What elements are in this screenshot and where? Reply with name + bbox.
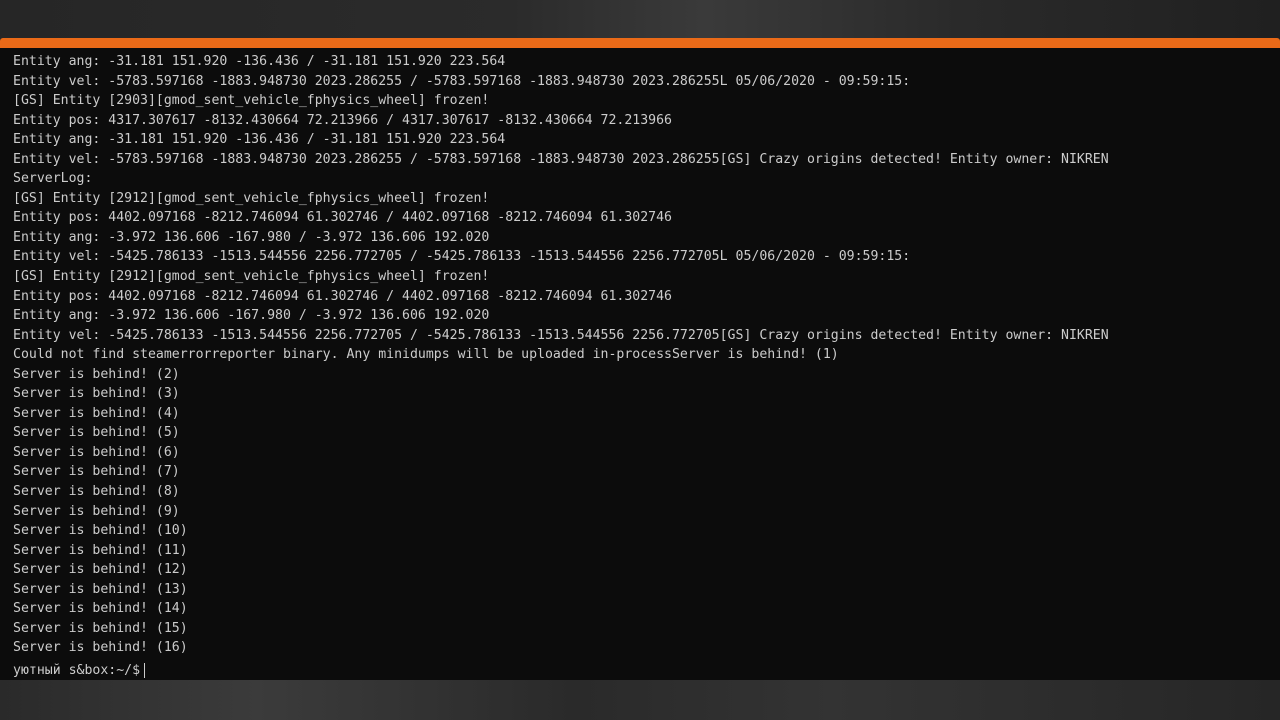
terminal-line: Entity ang: -31.181 151.920 -136.436 / -… — [13, 54, 506, 69]
terminal-line: Entity ang: -31.181 151.920 -136.436 / -… — [13, 132, 506, 148]
terminal-line: Entity pos: 4317.307617 -8132.430664 72.… — [13, 112, 672, 128]
terminal-line: Server is behind! (5) — [13, 425, 180, 441]
terminal-line: Server is behind! (13) — [13, 581, 188, 597]
terminal-line: Server is behind! (15) — [13, 620, 188, 636]
terminal-line: [GS] Entity [2912][gmod_sent_vehicle_fph… — [13, 190, 490, 206]
terminal-line: Entity pos: 4402.097168 -8212.746094 61.… — [13, 210, 672, 226]
terminal-window[interactable]: Entity ang: -31.181 151.920 -136.436 / -… — [0, 48, 1280, 680]
terminal-line: Server is behind! (14) — [13, 601, 188, 617]
terminal-line: Server is behind! (3) — [13, 386, 180, 402]
terminal-line: Entity vel: -5783.597168 -1883.948730 20… — [13, 73, 911, 89]
terminal-line: Entity ang: -3.972 136.606 -167.980 / -3… — [13, 229, 490, 245]
text-cursor — [144, 663, 146, 678]
terminal-line: Entity pos: 4402.097168 -8212.746094 61.… — [13, 288, 672, 304]
terminal-line: Entity vel: -5425.786133 -1513.544556 22… — [13, 327, 1109, 343]
video-backdrop-bottom — [0, 680, 1280, 720]
terminal-line: Entity vel: -5783.597168 -1883.948730 20… — [13, 151, 1109, 167]
terminal-line: Server is behind! (2) — [13, 366, 180, 382]
terminal-line: Entity vel: -5425.786133 -1513.544556 22… — [13, 249, 911, 265]
terminal-line: Server is behind! (10) — [13, 523, 188, 539]
prompt-text: уютный s&box:~/$ — [13, 663, 141, 678]
terminal-line: Server is behind! (6) — [13, 444, 180, 460]
terminal-line: ServerLog: — [13, 171, 93, 187]
terminal-line: Server is behind! (16) — [13, 640, 188, 656]
terminal-line: Server is behind! (7) — [13, 464, 180, 480]
terminal-line: Server is behind! (8) — [13, 484, 180, 500]
video-backdrop-top — [0, 0, 1280, 40]
terminal-line: Server is behind! (12) — [13, 562, 188, 578]
terminal-title-bar — [0, 38, 1280, 48]
shell-prompt[interactable]: уютный s&box:~/$ — [13, 661, 146, 680]
terminal-line: [GS] Entity [2912][gmod_sent_vehicle_fph… — [13, 269, 490, 285]
terminal-line: [GS] Entity [2903][gmod_sent_vehicle_fph… — [13, 93, 490, 109]
terminal-line: Could not find steamerrorreporter binary… — [13, 347, 839, 363]
terminal-line: Server is behind! (9) — [13, 503, 180, 519]
terminal-output: Entity ang: -31.181 151.920 -136.436 / -… — [13, 52, 1275, 658]
terminal-line: Entity ang: -3.972 136.606 -167.980 / -3… — [13, 308, 490, 324]
terminal-line: Server is behind! (11) — [13, 542, 188, 558]
terminal-line: Server is behind! (4) — [13, 405, 180, 421]
